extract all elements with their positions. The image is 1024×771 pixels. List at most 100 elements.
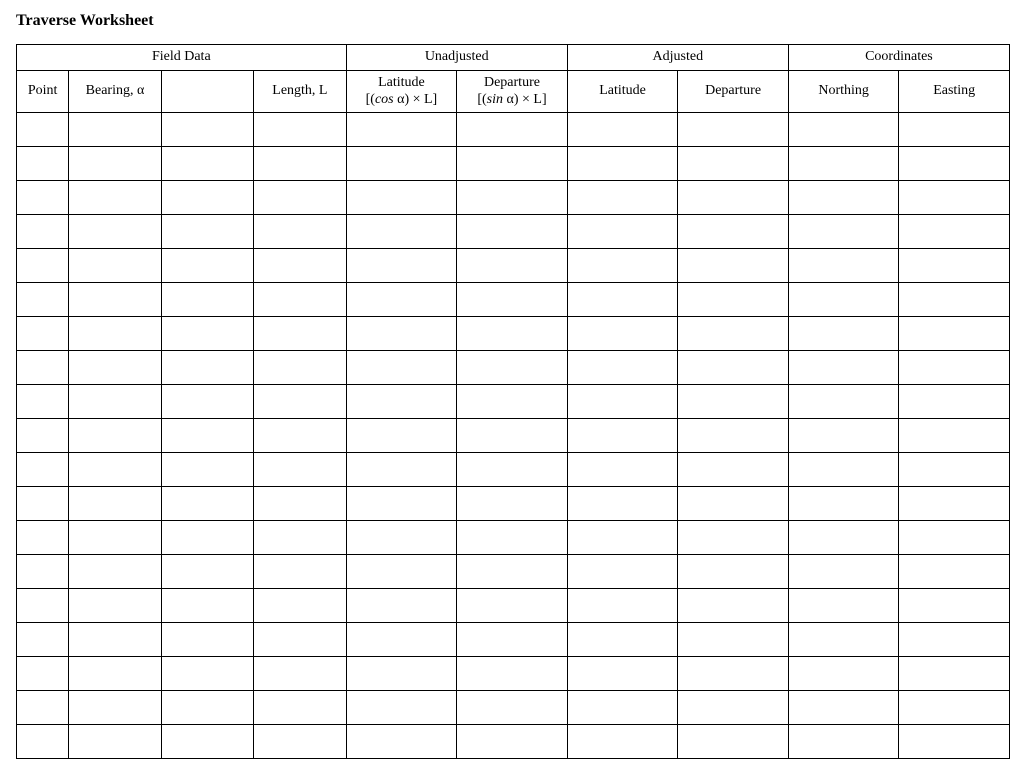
- cell: [69, 113, 161, 147]
- col-unadj-latitude-formula: [(cos α) × L]: [353, 92, 451, 109]
- table-row: [17, 453, 1010, 487]
- cell: [567, 181, 678, 215]
- cell: [788, 181, 899, 215]
- cell: [567, 215, 678, 249]
- cell: [161, 521, 253, 555]
- cell: [161, 317, 253, 351]
- cell: [457, 623, 568, 657]
- cell: [899, 317, 1010, 351]
- cell: [17, 181, 69, 215]
- cell: [567, 623, 678, 657]
- cell: [899, 385, 1010, 419]
- cell: [17, 623, 69, 657]
- cell: [161, 555, 253, 589]
- cell: [899, 691, 1010, 725]
- cell: [899, 113, 1010, 147]
- cell: [678, 657, 789, 691]
- cell: [254, 453, 346, 487]
- cell: [161, 215, 253, 249]
- cell: [346, 487, 457, 521]
- cell: [254, 181, 346, 215]
- cell: [788, 487, 899, 521]
- cell: [346, 215, 457, 249]
- cell: [161, 691, 253, 725]
- cell: [69, 589, 161, 623]
- cell: [161, 453, 253, 487]
- cell: [346, 453, 457, 487]
- cell: [161, 181, 253, 215]
- cell: [457, 419, 568, 453]
- cell: [254, 351, 346, 385]
- table-row: [17, 419, 1010, 453]
- cell: [17, 283, 69, 317]
- table-row: [17, 725, 1010, 759]
- cell: [457, 385, 568, 419]
- cell: [346, 283, 457, 317]
- cell: [161, 147, 253, 181]
- cell: [788, 249, 899, 283]
- table-row: [17, 249, 1010, 283]
- cell: [567, 283, 678, 317]
- cell: [254, 589, 346, 623]
- cell: [457, 657, 568, 691]
- cell: [69, 317, 161, 351]
- col-unadj-departure-label: Departure: [463, 75, 561, 92]
- traverse-table: Field Data Unadjusted Adjusted Coordinat…: [16, 44, 1010, 759]
- cell: [161, 283, 253, 317]
- cell: [567, 657, 678, 691]
- cell: [567, 725, 678, 759]
- cell: [678, 555, 789, 589]
- cell: [346, 589, 457, 623]
- cell: [788, 113, 899, 147]
- cell: [788, 419, 899, 453]
- cell: [161, 657, 253, 691]
- cell: [69, 215, 161, 249]
- cell: [457, 181, 568, 215]
- cell: [254, 385, 346, 419]
- cell: [567, 521, 678, 555]
- cell: [899, 589, 1010, 623]
- cell: [346, 725, 457, 759]
- cell: [161, 725, 253, 759]
- cell: [254, 657, 346, 691]
- cell: [17, 487, 69, 521]
- cell: [17, 249, 69, 283]
- cell: [678, 419, 789, 453]
- cell: [678, 215, 789, 249]
- cell: [899, 555, 1010, 589]
- cell: [161, 623, 253, 657]
- cell: [457, 487, 568, 521]
- cell: [161, 487, 253, 521]
- table-row: [17, 113, 1010, 147]
- cell: [678, 589, 789, 623]
- cell: [346, 691, 457, 725]
- cell: [788, 521, 899, 555]
- cell: [567, 419, 678, 453]
- cell: [788, 623, 899, 657]
- cell: [899, 453, 1010, 487]
- cell: [17, 453, 69, 487]
- cell: [254, 249, 346, 283]
- col-unadj-departure-formula: [(sin α) × L]: [463, 92, 561, 109]
- cell: [346, 623, 457, 657]
- cell: [161, 113, 253, 147]
- cell: [69, 283, 161, 317]
- cell: [161, 419, 253, 453]
- cell: [457, 283, 568, 317]
- table-row: [17, 589, 1010, 623]
- cell: [254, 623, 346, 657]
- col-adj-departure: Departure: [678, 70, 789, 113]
- table-row: [17, 691, 1010, 725]
- cell: [899, 725, 1010, 759]
- cell: [69, 181, 161, 215]
- table-row: [17, 521, 1010, 555]
- col-point: Point: [17, 70, 69, 113]
- cell: [17, 317, 69, 351]
- col-unadj-departure: Departure [(sin α) × L]: [457, 70, 568, 113]
- cell: [567, 317, 678, 351]
- cell: [788, 725, 899, 759]
- cell: [346, 181, 457, 215]
- cell: [899, 351, 1010, 385]
- cell: [254, 147, 346, 181]
- cell: [346, 249, 457, 283]
